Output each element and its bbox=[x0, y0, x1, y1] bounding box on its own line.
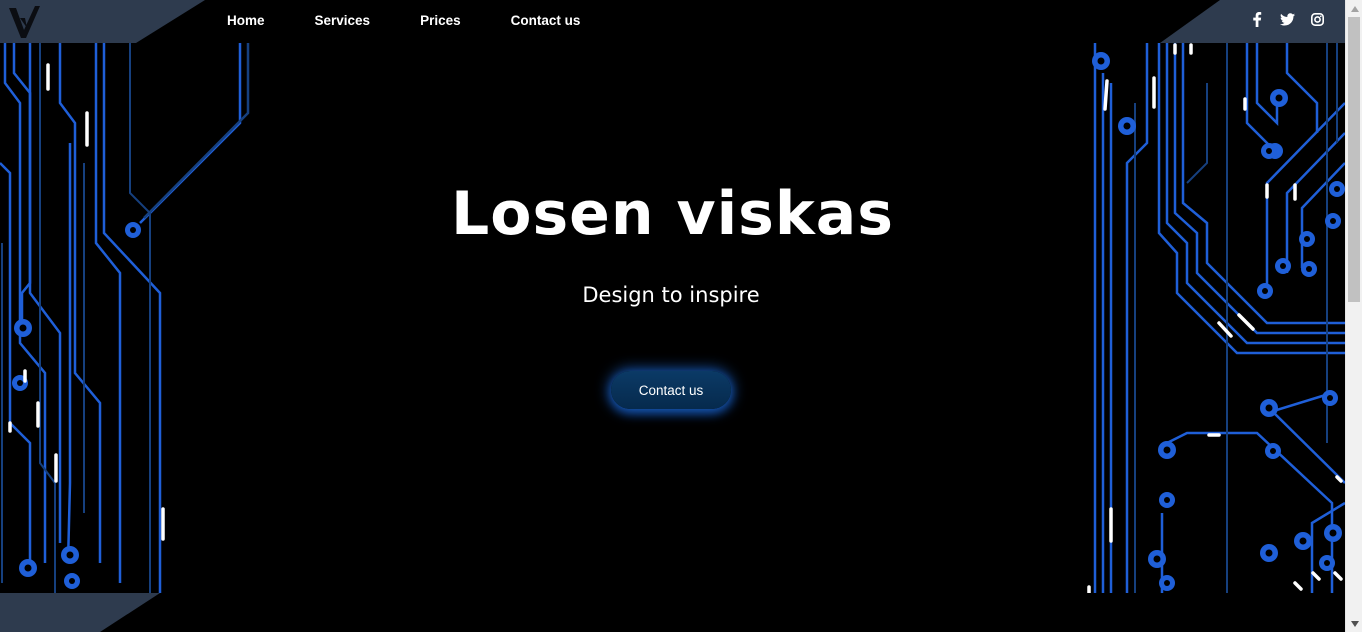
scroll-down-arrow-icon[interactable] bbox=[1346, 615, 1362, 632]
hero-subtitle: Design to inspire bbox=[582, 283, 760, 307]
header-bar: Home Services Prices Contact us bbox=[0, 0, 1345, 43]
facebook-icon[interactable] bbox=[1249, 11, 1265, 27]
twitter-icon[interactable] bbox=[1279, 11, 1295, 27]
social-links bbox=[1235, 11, 1325, 27]
nav-services[interactable]: Services bbox=[315, 13, 371, 28]
scrollbar-thumb[interactable] bbox=[1348, 17, 1360, 302]
circuit-decoration-right bbox=[1087, 43, 1345, 593]
footer-plate bbox=[0, 593, 160, 632]
v-logo-icon[interactable] bbox=[6, 4, 44, 40]
vertical-scrollbar[interactable] bbox=[1345, 0, 1362, 632]
contact-us-button[interactable]: Contact us bbox=[611, 371, 731, 409]
scroll-up-arrow-icon[interactable] bbox=[1346, 0, 1362, 17]
nav-prices[interactable]: Prices bbox=[420, 13, 461, 28]
viewport: Home Services Prices Contact us Losen vi… bbox=[0, 0, 1345, 632]
hero-title: Losen viskas bbox=[451, 179, 894, 249]
circuit-decoration-left bbox=[0, 43, 250, 593]
nav-contact[interactable]: Contact us bbox=[511, 13, 581, 28]
main-nav: Home Services Prices Contact us bbox=[227, 0, 630, 40]
instagram-icon[interactable] bbox=[1309, 11, 1325, 27]
nav-home[interactable]: Home bbox=[227, 13, 265, 28]
page: Home Services Prices Contact us Losen vi… bbox=[0, 0, 1362, 632]
